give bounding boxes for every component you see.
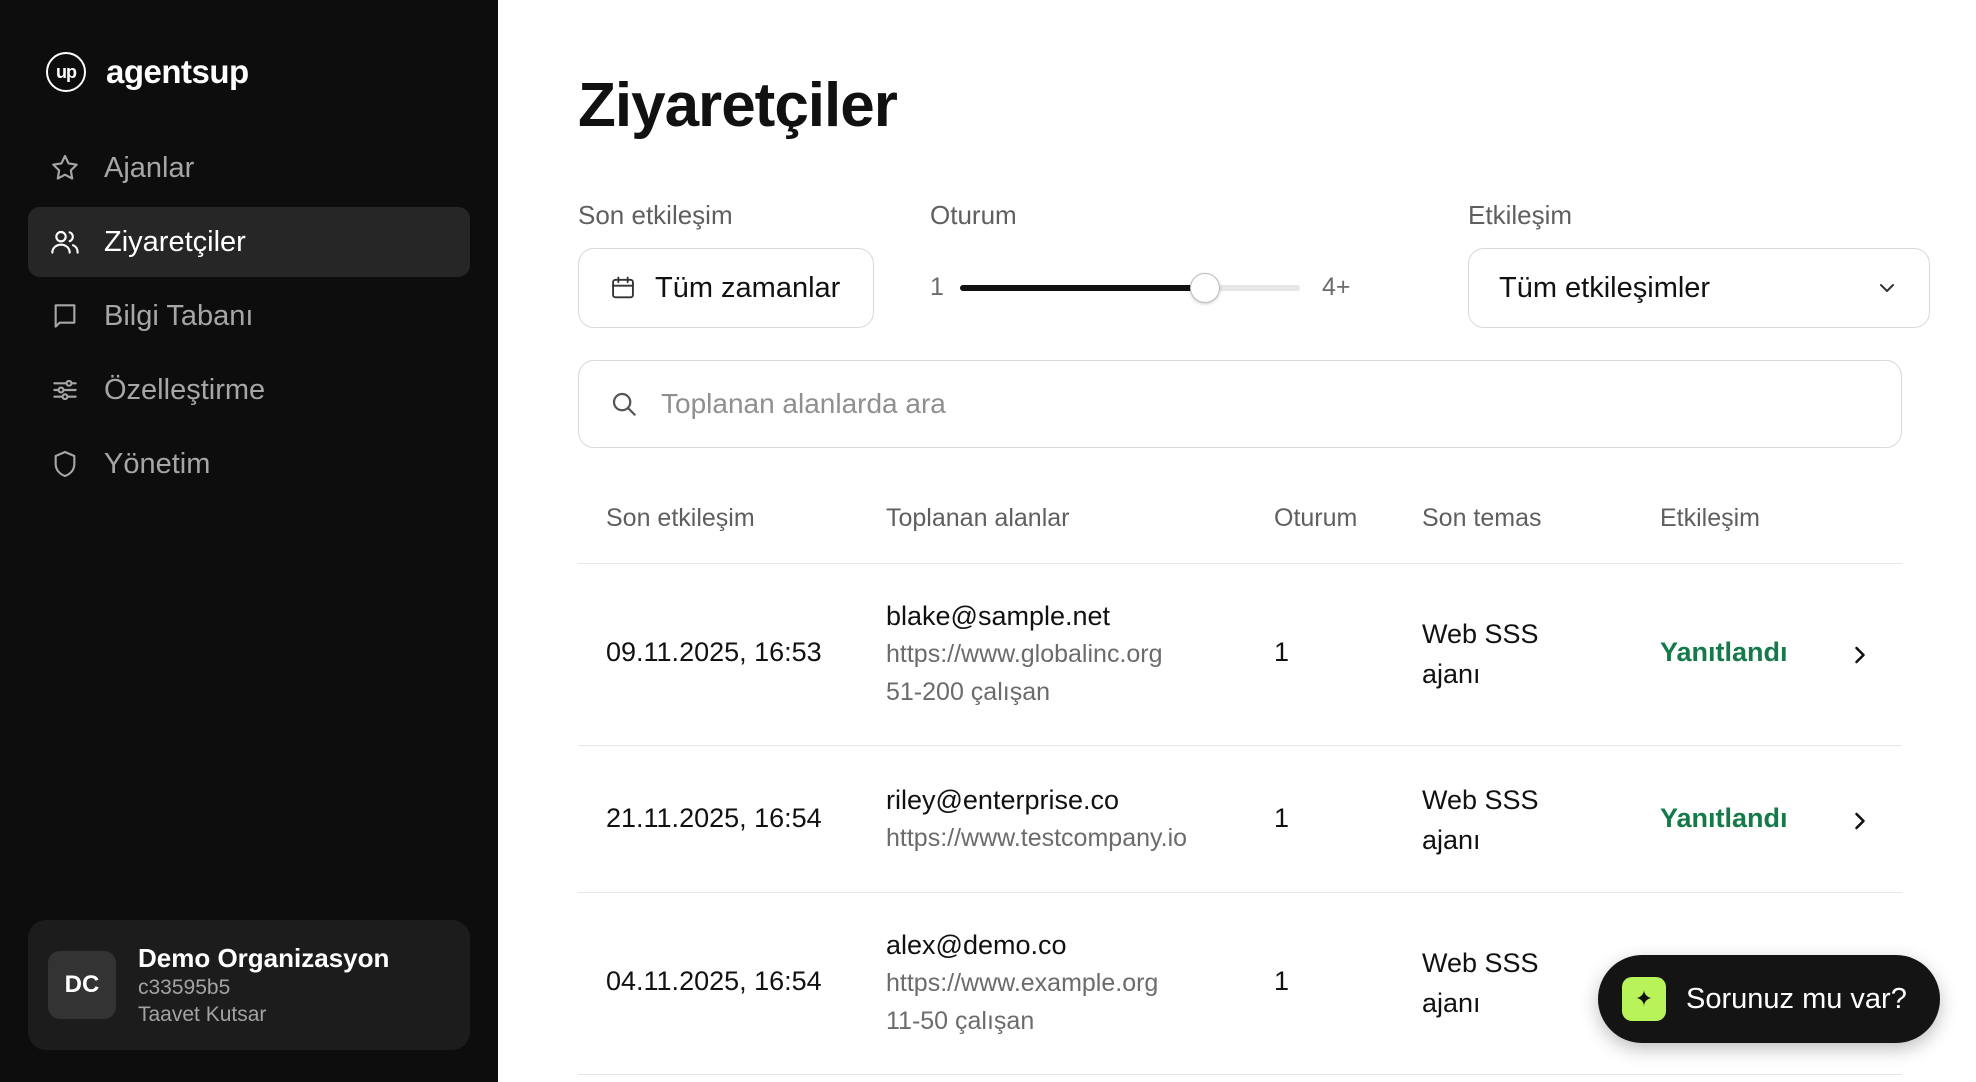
- row-fields: blake@sample.net https://www.globalinc.o…: [886, 597, 1163, 711]
- users-icon: [48, 225, 82, 259]
- search-box[interactable]: [578, 360, 1902, 448]
- row-url: https://www.example.org: [886, 969, 1159, 997]
- row-fields: alex@demo.co https://www.example.org 11-…: [886, 926, 1158, 1040]
- status-badge: Yanıtlandı: [1660, 803, 1788, 833]
- row-url: https://www.globalinc.org: [886, 640, 1163, 668]
- chevron-right-icon[interactable]: [1846, 807, 1874, 835]
- table-header: Son etkileşim Toplanan alanlar Oturum So…: [578, 474, 1902, 564]
- date-range-button[interactable]: Tüm zamanlar: [578, 248, 874, 328]
- column-header-sessions[interactable]: Oturum: [1274, 504, 1357, 533]
- sidebar-item-label: Özelleştirme: [104, 373, 266, 406]
- brand-name: agentsup: [106, 53, 249, 90]
- table-row[interactable]: 09.11.2025, 16:53 blake@sample.net https…: [578, 564, 1902, 746]
- row-date: 21.11.2025, 16:54: [606, 803, 822, 833]
- search-icon: [612, 392, 636, 416]
- row-contact-line: Web SSS: [1422, 785, 1539, 815]
- interaction-label: Etkileşim: [1468, 200, 1573, 230]
- column-header-last-interaction[interactable]: Son etkileşim: [606, 504, 755, 533]
- sidebar-item-ziyaretciler[interactable]: Ziyaretçiler: [28, 207, 470, 277]
- main-content: Ziyaretçiler Son etkileşim Oturum Etkile…: [498, 0, 1976, 1082]
- session-slider-fill: [960, 285, 1205, 291]
- row-last-contact: Web SSS ajanı: [1422, 614, 1539, 694]
- calendar-icon: [612, 276, 634, 299]
- sidebar-item-label: Ziyaretçiler: [104, 225, 246, 258]
- row-email: alex@demo.co: [886, 930, 1067, 960]
- row-email: blake@sample.net: [886, 601, 1111, 631]
- search-input[interactable]: [661, 388, 1861, 420]
- help-chat-button[interactable]: ✦ Sorunuz mu var?: [1598, 955, 1940, 1043]
- chevron-right-icon[interactable]: [1846, 641, 1874, 669]
- avatar: DC: [48, 951, 116, 1019]
- session-slider[interactable]: [960, 273, 1300, 303]
- session-slider-max: 4+: [1322, 273, 1351, 301]
- page-title: Ziyaretçiler: [578, 71, 898, 140]
- sidebar-item-label: Bilgi Tabanı: [104, 299, 254, 332]
- status-badge: Yanıtlandı: [1660, 637, 1788, 667]
- row-last-contact: Web SSS ajanı: [1422, 780, 1539, 860]
- session-label: Oturum: [930, 200, 1017, 230]
- interaction-select[interactable]: Tüm etkileşimler: [1468, 248, 1930, 328]
- sidebar-item-label: Yönetim: [104, 447, 211, 480]
- last-interaction-label: Son etkileşim: [578, 200, 733, 230]
- org-info: Demo Organizasyon c33595b5 Taavet Kutsar: [138, 942, 389, 1028]
- sidebar-item-ajanlar[interactable]: Ajanlar: [28, 133, 470, 203]
- row-date: 04.11.2025, 16:54: [606, 966, 822, 996]
- sidebar-item-ozellestirme[interactable]: Özelleştirme: [28, 355, 470, 425]
- book-icon: [48, 299, 82, 333]
- row-contact-line: ajanı: [1422, 825, 1481, 855]
- sparkle-icon: ✦: [1622, 977, 1666, 1021]
- org-user: Taavet Kutsar: [138, 1003, 267, 1026]
- row-company-size: 51-200 çalışan: [886, 678, 1051, 706]
- brand[interactable]: up agentsup: [46, 52, 249, 92]
- date-range-value: Tüm zamanlar: [655, 271, 841, 304]
- row-email: riley@enterprise.co: [886, 785, 1119, 815]
- column-header-interaction[interactable]: Etkileşim: [1660, 504, 1760, 533]
- row-contact-line: ajanı: [1422, 988, 1481, 1018]
- sidebar-item-label: Ajanlar: [104, 151, 195, 184]
- table-row[interactable]: 21.11.2025, 16:54 riley@enterprise.co ht…: [578, 746, 1902, 893]
- org-id: c33595b5: [138, 976, 231, 999]
- sidebar-item-bilgi-tabani[interactable]: Bilgi Tabanı: [28, 281, 470, 351]
- column-header-last-contact[interactable]: Son temas: [1422, 504, 1542, 533]
- help-chat-label: Sorunuz mu var?: [1686, 982, 1907, 1015]
- row-sessions: 1: [1274, 803, 1290, 833]
- interaction-select-value: Tüm etkileşimler: [1499, 271, 1711, 304]
- sliders-icon: [48, 373, 82, 407]
- sidebar-item-yonetim[interactable]: Yönetim: [28, 429, 470, 499]
- row-contact-line: Web SSS: [1422, 619, 1539, 649]
- column-header-collected-fields[interactable]: Toplanan alanlar: [886, 504, 1069, 533]
- session-slider-thumb[interactable]: [1189, 273, 1220, 303]
- row-fields: riley@enterprise.co https://www.testcomp…: [886, 781, 1187, 857]
- row-date: 09.11.2025, 16:53: [606, 637, 822, 667]
- session-slider-min: 1: [930, 273, 944, 301]
- row-company-size: 11-50 çalışan: [886, 1007, 1035, 1035]
- row-contact-line: ajanı: [1422, 659, 1481, 689]
- star-icon: [48, 151, 82, 185]
- shield-icon: [48, 447, 82, 481]
- sidebar: up agentsup Ajanlar Ziyaretçiler Bilgi T…: [0, 0, 498, 1082]
- sidebar-nav: Ajanlar Ziyaretçiler Bilgi Tabanı Özelle…: [28, 133, 470, 503]
- row-last-contact: Web SSS ajanı: [1422, 943, 1539, 1023]
- org-name: Demo Organizasyon: [138, 943, 390, 973]
- row-url: https://www.testcompany.io: [886, 824, 1188, 852]
- row-sessions: 1: [1274, 637, 1290, 667]
- org-switcher[interactable]: DC Demo Organizasyon c33595b5 Taavet Kut…: [28, 920, 470, 1050]
- row-sessions: 1: [1274, 966, 1290, 996]
- chevron-down-icon: [1880, 284, 1894, 292]
- brand-logo-icon: up: [46, 52, 86, 92]
- row-contact-line: Web SSS: [1422, 948, 1539, 978]
